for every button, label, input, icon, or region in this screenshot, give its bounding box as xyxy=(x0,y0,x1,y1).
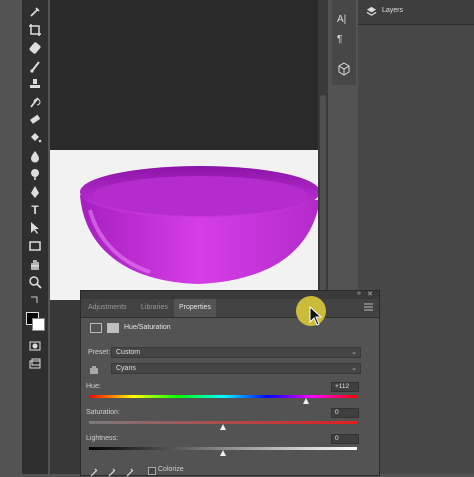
panel-tabs: Adjustments Libraries Properties xyxy=(81,299,379,318)
paragraph-icon[interactable]: ¶ xyxy=(337,34,351,48)
scrollbar-thumb[interactable] xyxy=(320,95,326,315)
background-color-swatch[interactable] xyxy=(32,318,45,331)
mask-icon[interactable] xyxy=(107,323,119,333)
quick-mask-icon[interactable] xyxy=(26,338,44,354)
pasteboard xyxy=(50,0,318,150)
3d-cube-icon[interactable] xyxy=(337,62,351,76)
magenta-bowl-image xyxy=(80,166,318,300)
properties-panel: » ✕ Adjustments Libraries Properties Hue… xyxy=(80,290,380,477)
blur-icon[interactable] xyxy=(26,148,44,164)
close-icon[interactable]: ✕ xyxy=(367,290,373,298)
healing-brush-icon[interactable] xyxy=(26,40,44,56)
crop-icon[interactable] xyxy=(26,22,44,38)
hand-icon[interactable] xyxy=(26,256,44,272)
dodge-icon[interactable] xyxy=(26,166,44,182)
panel-icon-strip: A| ¶ xyxy=(332,0,356,85)
brush-icon[interactable] xyxy=(26,58,44,74)
preset-select[interactable]: Custom ⌄ xyxy=(111,347,361,358)
hue-saturation-icon xyxy=(90,323,102,333)
collapse-icon[interactable]: » xyxy=(357,290,361,297)
lightness-slider-handle[interactable] xyxy=(219,450,226,456)
channel-value: Cyans xyxy=(116,365,136,372)
zoom-icon[interactable] xyxy=(26,274,44,290)
panel-menu-icon[interactable] xyxy=(364,303,373,311)
saturation-value-field[interactable]: 0 xyxy=(331,408,359,418)
clone-stamp-icon[interactable] xyxy=(26,76,44,92)
targeted-adjustment-hand-icon[interactable] xyxy=(88,363,100,375)
chevron-down-icon: ⌄ xyxy=(351,349,357,356)
rectangle-icon[interactable] xyxy=(26,238,44,254)
document-canvas[interactable] xyxy=(50,150,318,300)
channel-select[interactable]: Cyans ⌄ xyxy=(111,363,361,374)
hue-slider-track[interactable] xyxy=(89,395,357,398)
tools-panel: T xyxy=(22,0,48,474)
chevron-down-icon: ⌄ xyxy=(351,365,357,372)
tab-properties[interactable]: Properties xyxy=(174,299,216,317)
saturation-slider-handle[interactable] xyxy=(219,424,226,430)
eyedropper-icon[interactable] xyxy=(26,4,44,20)
swap-colors-icon[interactable] xyxy=(26,293,44,309)
paint-bucket-icon[interactable] xyxy=(26,130,44,146)
type-icon[interactable]: T xyxy=(26,202,44,218)
tab-libraries[interactable]: Libraries xyxy=(136,299,173,317)
panel-title-bar[interactable]: » ✕ xyxy=(81,290,379,299)
pen-icon[interactable] xyxy=(26,184,44,200)
character-icon[interactable]: A| xyxy=(337,14,351,28)
path-selection-icon[interactable] xyxy=(26,220,44,236)
adjustment-title: Hue/Saturation xyxy=(124,324,171,331)
mouse-pointer-icon xyxy=(309,306,323,326)
lightness-label: Lightness: xyxy=(86,435,118,442)
saturation-label: Saturation: xyxy=(86,409,120,416)
tab-adjustments[interactable]: Adjustments xyxy=(83,299,132,317)
hue-slider-handle[interactable] xyxy=(302,398,309,404)
hue-label: Hue: xyxy=(86,383,101,390)
lightness-value-field[interactable]: 0 xyxy=(331,434,359,444)
layers-panel-header[interactable]: Layers xyxy=(358,0,474,25)
layers-title: Layers xyxy=(382,7,404,14)
history-brush-icon[interactable] xyxy=(26,94,44,110)
layers-icon xyxy=(366,6,377,16)
eyedropper-icon[interactable] xyxy=(89,467,99,477)
add-to-sample-eyedropper-icon[interactable] xyxy=(107,467,117,477)
eraser-icon[interactable] xyxy=(26,112,44,128)
screen-mode-icon[interactable] xyxy=(26,356,44,372)
hue-value-field[interactable]: +112 xyxy=(331,382,359,392)
subtract-from-sample-eyedropper-icon[interactable] xyxy=(125,467,135,477)
colorize-label: Colorize xyxy=(158,466,184,473)
preset-label: Preset: xyxy=(88,349,111,356)
adjustment-header: Hue/Saturation xyxy=(81,321,379,337)
preset-value: Custom xyxy=(116,349,141,356)
